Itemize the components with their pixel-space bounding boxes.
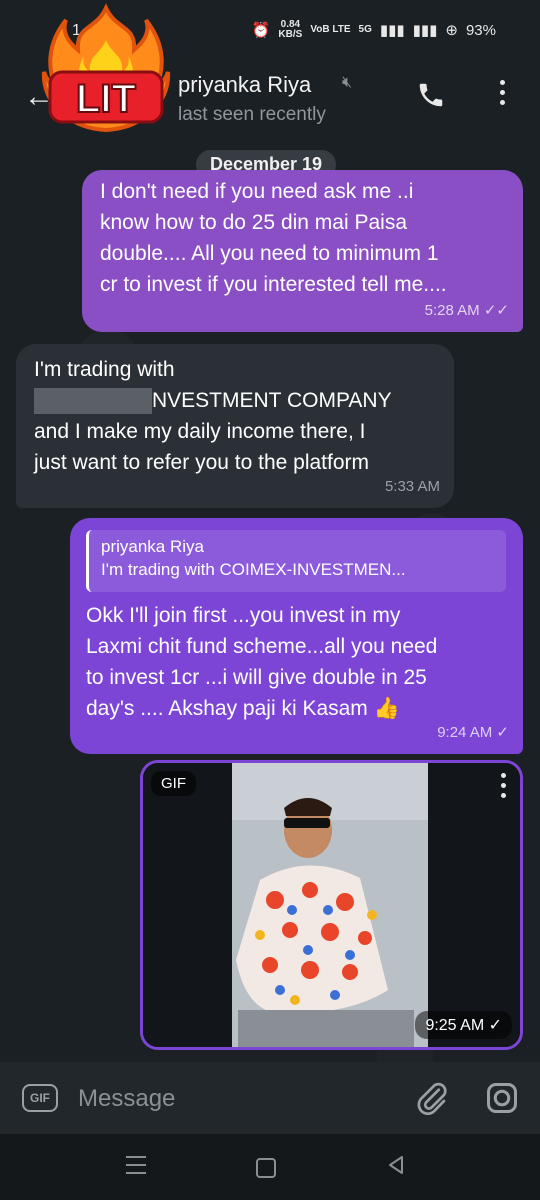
- home-icon[interactable]: [256, 1158, 276, 1178]
- message-input[interactable]: [76, 1078, 400, 1120]
- reply-sender: priyanka Riya: [101, 537, 204, 556]
- message-time: 5:33 AM: [384, 478, 440, 495]
- message-line: I don't need if you need ask me ..i: [100, 180, 414, 203]
- redacted-text: [34, 388, 152, 415]
- message-bubble-incoming[interactable]: I'm trading with NVESTMENT COMPANY and I…: [16, 344, 454, 508]
- check-icon: ✓: [488, 1017, 502, 1034]
- message-line: to invest 1cr ...i will give double in 2…: [86, 666, 427, 689]
- message-line: Laxmi chit fund scheme...all you need: [86, 635, 438, 658]
- message-line: double.... All you need to minimum 1: [100, 242, 439, 265]
- lit-fire-sticker: LIT: [41, 3, 171, 133]
- gif-button[interactable]: GIF: [22, 1084, 58, 1112]
- message-time-status: 5:28 AM ✓✓: [424, 302, 509, 319]
- signal-icon-2: ▮▮▮: [412, 22, 438, 39]
- signal-icon: ▮▮▮: [379, 22, 405, 39]
- message-bubble-outgoing[interactable]: priyanka Riya I'm trading with COIMEX-IN…: [70, 518, 523, 754]
- battery-saver-icon: ⊕: [445, 22, 458, 39]
- sticker-text: LIT: [76, 77, 136, 121]
- message-line: Okk I'll join first ...you invest in my: [86, 604, 401, 627]
- back-nav-icon[interactable]: [386, 1154, 406, 1176]
- alarm-icon: ⏰: [251, 22, 271, 39]
- reply-text: I'm trading with COIMEX-INVESTMEN...: [101, 560, 406, 579]
- reply-quote[interactable]: priyanka Riya I'm trading with COIMEX-IN…: [86, 530, 506, 592]
- message-time-status: 9:25 AM ✓: [415, 1011, 512, 1039]
- message-time-status: 9:24 AM ✓: [437, 724, 509, 741]
- network-speed: 0.84 KB/S: [278, 19, 303, 40]
- message-line: and I make my daily income there, I: [34, 420, 366, 443]
- battery-level: 93%: [465, 21, 496, 39]
- gif-image[interactable]: [140, 760, 523, 1050]
- double-check-icon: ✓✓: [483, 302, 509, 319]
- last-seen-status: last seen recently: [178, 104, 326, 125]
- message-line: know how to do 25 din mai Paisa: [100, 211, 408, 234]
- phone-call-icon[interactable]: [416, 80, 446, 110]
- gif-badge: GIF: [151, 771, 196, 796]
- paperclip-icon[interactable]: [414, 1078, 450, 1118]
- message-line: NVESTMENT COMPANY: [34, 385, 454, 416]
- volte-indicator: VoB LTE: [310, 24, 351, 35]
- gif-message[interactable]: GIF 9:25 AM ✓: [140, 760, 523, 1050]
- message-input-bar: GIF: [0, 1062, 540, 1134]
- mute-icon: 🔇︎: [342, 74, 353, 91]
- network-type: 5G: [358, 24, 372, 35]
- recent-apps-icon[interactable]: [126, 1156, 146, 1180]
- more-options-icon[interactable]: [492, 80, 512, 112]
- camera-icon[interactable]: [484, 1080, 520, 1116]
- gif-options-icon[interactable]: [498, 773, 508, 803]
- contact-name[interactable]: priyanka Riya: [178, 72, 311, 98]
- message-bubble-outgoing[interactable]: I don't need if you need ask me ..i know…: [82, 170, 523, 332]
- check-icon: ✓: [496, 724, 509, 741]
- system-nav-bar: [0, 1134, 540, 1200]
- message-line: I'm trading with: [34, 358, 175, 381]
